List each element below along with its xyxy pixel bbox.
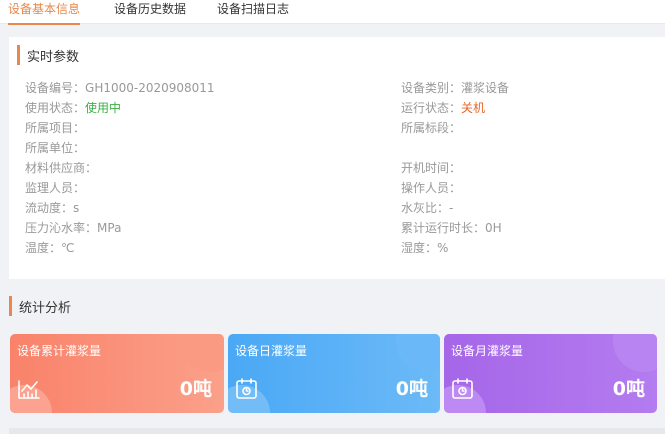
field-water-cement-ratio: 水灰比：-: [401, 201, 454, 215]
field-pressure-bleed: 压力沁水率：MPa: [25, 221, 122, 235]
card-value: 0吨: [612, 378, 645, 400]
field-section: 所属标段：: [401, 121, 462, 135]
chart-icon: [18, 380, 40, 399]
field-device-category: 设备类别：灌浆设备: [401, 81, 510, 95]
field-supplier: 材料供应商：: [25, 161, 98, 175]
card-daily-grouting: 设备日灌浆量 0吨: [228, 334, 440, 413]
section-accent-bar: [17, 45, 20, 65]
card-value: 0吨: [179, 378, 212, 400]
field-usage-status: 使用状态：使用中: [25, 101, 122, 115]
card-value: 0吨: [395, 378, 428, 400]
usage-status-value: 使用中: [85, 101, 122, 115]
next-panel-edge: [9, 428, 665, 434]
realtime-panel: [9, 37, 665, 279]
card-monthly-grouting: 设备月灌浆量 0吨: [444, 334, 657, 413]
realtime-section-title: 实时参数: [17, 45, 79, 65]
realtime-title-text: 实时参数: [27, 49, 80, 65]
stats-section-title: 统计分析: [9, 296, 71, 316]
field-project: 所属项目：: [25, 121, 86, 135]
stats-title-text: 统计分析: [19, 300, 72, 316]
field-device-number: 设备编号：GH1000-2020908011: [25, 81, 215, 95]
calendar-icon: [236, 378, 257, 399]
field-total-runtime: 累计运行时长：0H: [401, 221, 502, 235]
tab-scan-log[interactable]: 设备扫描日志: [217, 0, 289, 24]
card-total-grouting: 设备累计灌浆量 0吨: [10, 334, 224, 413]
field-unit: 所属单位：: [25, 141, 86, 155]
section-accent-bar: [9, 296, 12, 316]
card-title: 设备月灌浆量: [451, 344, 524, 358]
field-humidity: 湿度：%: [401, 241, 449, 255]
tab-basic-info[interactable]: 设备基本信息: [8, 0, 81, 25]
calendar-icon: [452, 378, 473, 399]
field-run-status: 运行状态：关机: [401, 101, 486, 115]
field-temperature: 温度：℃: [25, 241, 75, 255]
card-title: 设备日灌浆量: [235, 344, 308, 358]
run-status-value: 关机: [461, 101, 486, 115]
field-supervisor: 监理人员：: [25, 181, 86, 195]
field-fluidity: 流动度：s: [25, 201, 80, 215]
field-operator: 操作人员：: [401, 181, 462, 195]
card-title: 设备累计灌浆量: [17, 344, 102, 358]
tab-history-data[interactable]: 设备历史数据: [114, 0, 186, 24]
tab-bar: 设备基本信息 设备历史数据 设备扫描日志: [0, 0, 665, 25]
field-start-time: 开机时间：: [401, 161, 462, 175]
